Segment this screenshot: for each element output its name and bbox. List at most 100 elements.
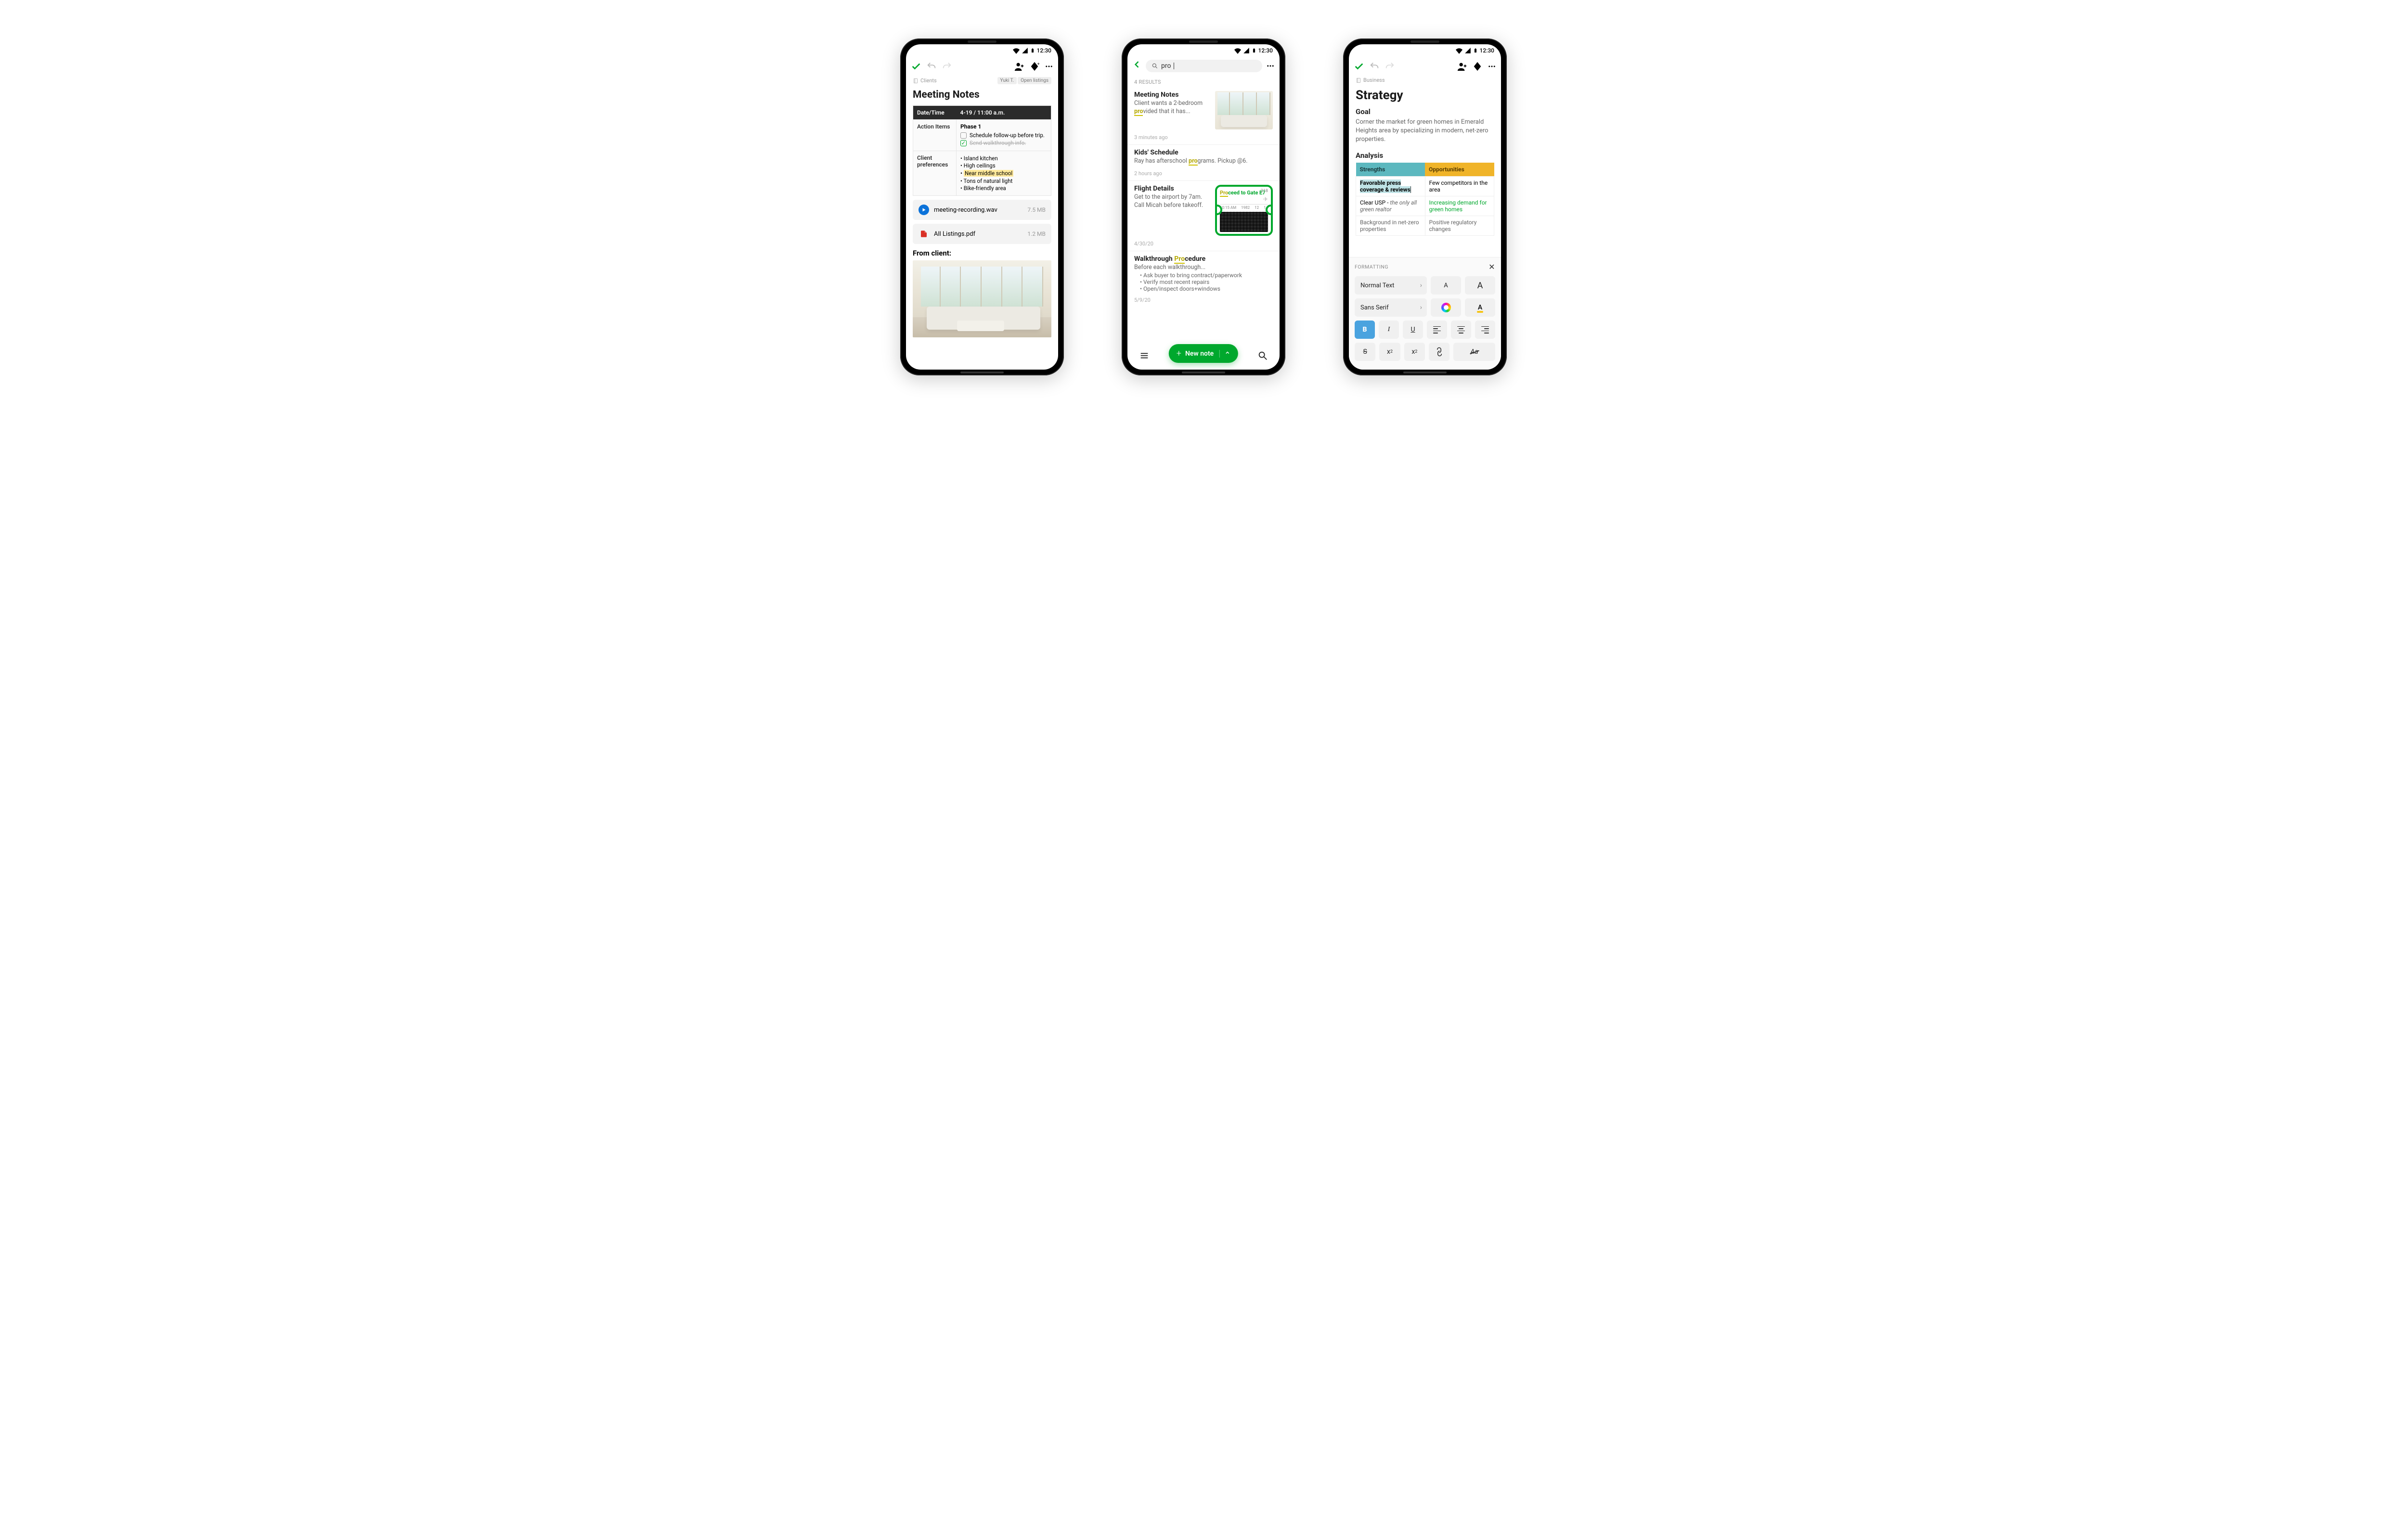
goal-text[interactable]: Corner the market for green homes in Eme… xyxy=(1356,118,1494,144)
status-time: 12:30 xyxy=(1480,47,1494,54)
search-result[interactable]: Meeting Notes Client wants a 2-bedroom p… xyxy=(1127,87,1280,144)
result-timestamp: 2 hours ago xyxy=(1134,170,1273,177)
add-tag-icon[interactable]: + xyxy=(1029,61,1040,72)
add-person-icon[interactable] xyxy=(1014,61,1024,72)
results-count: 4 RESULTS xyxy=(1127,75,1280,87)
audio-attachment[interactable]: meeting-recording.wav 7.5 MB xyxy=(913,200,1051,220)
result-timestamp: 4/30/20 xyxy=(1134,241,1273,247)
result-bullet: • Verify most recent repairs xyxy=(1140,279,1273,285)
menu-icon[interactable] xyxy=(1139,350,1150,361)
search-result[interactable]: Kids' Schedule Ray has afterschool progr… xyxy=(1127,144,1280,180)
swot-table[interactable]: Strengths Opportunities Favorable press … xyxy=(1356,163,1494,236)
strengths-header: Strengths xyxy=(1356,163,1425,177)
bullet-item: • High ceilings xyxy=(960,162,1047,169)
pdf-attachment[interactable]: All Listings.pdf 1.2 MB xyxy=(913,224,1051,244)
link-button[interactable] xyxy=(1429,343,1449,361)
table-cell[interactable]: Increasing demand for green homes xyxy=(1425,196,1494,216)
table-cell[interactable]: Positive regulatory changes xyxy=(1425,216,1494,235)
check-done-icon[interactable] xyxy=(1354,61,1364,72)
italic-button[interactable]: I xyxy=(1379,321,1399,339)
notebook-icon xyxy=(1356,77,1361,83)
table-header-datetime: Date/Time xyxy=(913,106,957,120)
note-title[interactable]: Strategy xyxy=(1356,88,1494,103)
subscript-button[interactable]: x2 xyxy=(1404,343,1425,361)
table-cell[interactable]: Clear USP - the only all green realtor xyxy=(1356,196,1425,216)
color-ring-icon xyxy=(1441,303,1451,312)
add-tag-icon[interactable] xyxy=(1472,61,1483,72)
table-header-value: 4-19 / 11:00 a.m. xyxy=(957,106,1051,120)
play-icon[interactable] xyxy=(919,205,929,215)
phone-1-meeting-notes: 12:30 + xyxy=(900,38,1064,375)
wifi-icon xyxy=(1456,47,1462,54)
meeting-table[interactable]: Date/Time 4-19 / 11:00 a.m. Action Items… xyxy=(913,105,1051,196)
more-icon[interactable] xyxy=(1266,61,1275,71)
status-bar: 12:30 xyxy=(1349,44,1501,57)
close-icon[interactable]: ✕ xyxy=(1488,262,1495,271)
table-cell[interactable]: Background in net-zero properties xyxy=(1356,216,1425,235)
redo-icon[interactable] xyxy=(942,61,952,72)
redo-icon[interactable] xyxy=(1385,61,1395,72)
attachment-name: All Listings.pdf xyxy=(934,231,975,238)
tag-chip[interactable]: Open listings xyxy=(1018,77,1051,84)
undo-icon[interactable] xyxy=(926,61,937,72)
notebook-name[interactable]: Business xyxy=(1363,77,1385,83)
highlight-button[interactable]: A xyxy=(1465,298,1495,317)
text-style-select[interactable]: Normal Text› xyxy=(1355,276,1427,295)
bullet-item-highlighted: • Near middle school xyxy=(960,169,1047,177)
opportunities-header: Opportunities xyxy=(1425,163,1494,177)
search-icon[interactable] xyxy=(1257,350,1268,361)
bullet-item: • Island kitchen xyxy=(960,155,1047,162)
search-result[interactable]: Flight Details Get to the airport by 7am… xyxy=(1127,180,1280,251)
superscript-button[interactable]: x2 xyxy=(1379,343,1400,361)
font-family-select[interactable]: Sans Serif› xyxy=(1355,298,1427,317)
clear-format-button[interactable]: Aa xyxy=(1453,343,1495,361)
check-done-icon[interactable] xyxy=(911,61,921,72)
underline-button[interactable]: U xyxy=(1403,321,1423,339)
search-input[interactable]: pro xyxy=(1146,60,1262,72)
align-center-button[interactable] xyxy=(1451,321,1471,339)
notebook-name[interactable]: Clients xyxy=(920,77,937,84)
more-icon[interactable] xyxy=(1045,61,1053,72)
checkbox-item[interactable]: Schedule follow-up before trip. xyxy=(960,132,1047,139)
qr-code-icon xyxy=(1220,212,1268,232)
bold-button[interactable]: B xyxy=(1355,321,1375,339)
back-icon[interactable] xyxy=(1132,60,1142,72)
font-size-large-button[interactable]: A xyxy=(1465,276,1495,295)
table-cell[interactable]: Favorable press coverage & reviews xyxy=(1356,176,1425,196)
phone-2-search: 12:30 pro 4 RESULTS Meeting Notes xyxy=(1122,38,1285,375)
result-title: Flight Details xyxy=(1134,185,1210,192)
undo-icon[interactable] xyxy=(1369,61,1380,72)
note-title[interactable]: Meeting Notes xyxy=(913,89,1051,101)
signal-icon xyxy=(1022,47,1028,54)
attachment-size: 7.5 MB xyxy=(1027,206,1046,213)
align-left-button[interactable] xyxy=(1427,321,1447,339)
phone-3-strategy: 12:30 Business Strategy Goal Corner the … xyxy=(1343,38,1507,375)
action-items-label: Action Items xyxy=(913,120,957,151)
new-note-button[interactable]: + New note xyxy=(1169,344,1238,363)
tag-chip[interactable]: Yuki T. xyxy=(997,77,1017,84)
client-photo[interactable] xyxy=(913,260,1051,337)
align-right-button[interactable] xyxy=(1475,321,1495,339)
status-time: 12:30 xyxy=(1258,47,1273,54)
bullet-item: • Bike-friendly area xyxy=(960,185,1047,192)
plus-icon: + xyxy=(1177,348,1181,359)
goal-heading: Goal xyxy=(1356,107,1494,116)
attachment-size: 1.2 MB xyxy=(1027,231,1046,237)
search-icon xyxy=(1152,63,1158,69)
status-time: 12:30 xyxy=(1037,47,1051,54)
strikethrough-button[interactable]: S xyxy=(1355,343,1375,361)
add-person-icon[interactable] xyxy=(1457,61,1467,72)
checkbox-item-done[interactable]: ✓Send walkthrough info. xyxy=(960,140,1047,146)
editor-toolbar xyxy=(1349,57,1501,76)
text-color-button[interactable] xyxy=(1431,298,1461,317)
result-title: Kids' Schedule xyxy=(1134,149,1273,156)
boarding-pass-thumbnail: 218 Proceed to Gate E7 ✈ 10:15 AM 1982 1… xyxy=(1215,185,1273,236)
chevron-up-icon[interactable] xyxy=(1219,350,1230,358)
more-icon[interactable] xyxy=(1488,61,1496,72)
search-result[interactable]: Walkthrough Procedure Before each walkth… xyxy=(1127,251,1280,307)
signal-icon xyxy=(1464,47,1471,54)
battery-icon xyxy=(1473,48,1478,53)
font-size-small-button[interactable]: A xyxy=(1431,276,1461,295)
table-cell[interactable]: Few competitors in the area xyxy=(1425,176,1494,196)
link-icon xyxy=(1433,346,1445,358)
